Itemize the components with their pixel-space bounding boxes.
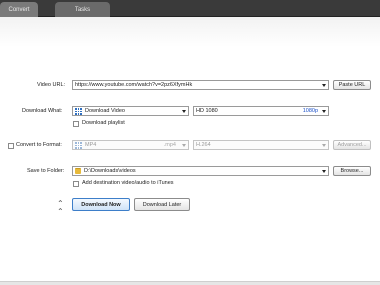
download-what-select[interactable]: Download Video	[72, 106, 189, 116]
chevron-down-icon[interactable]	[322, 84, 326, 87]
chevron-down-icon[interactable]	[182, 144, 186, 147]
browse-button[interactable]: Browse...	[333, 166, 371, 176]
status-bar	[0, 281, 380, 285]
save-folder-label: Save to Folder:	[27, 168, 65, 174]
download-playlist-checkbox[interactable]	[73, 121, 79, 127]
download-what-label: Download What:	[22, 108, 63, 114]
download-later-button[interactable]: Download Later	[134, 198, 190, 211]
save-folder-input[interactable]: D:\Downloads\videos	[72, 166, 329, 176]
video-url-input[interactable]: https://www.youtube.com/watch?v=2pz6Xfym…	[72, 80, 329, 90]
tab-convert[interactable]: Convert	[0, 2, 38, 17]
quality-value: 1080p	[302, 108, 318, 114]
download-what-value: Download Video	[85, 108, 125, 114]
video-url-value: https://www.youtube.com/watch?v=2pz6Xfym…	[75, 82, 193, 88]
itunes-label: Add destination video/audio to iTunes	[82, 180, 174, 186]
tab-tasks[interactable]: Tasks	[55, 2, 110, 17]
grid-icon	[75, 107, 82, 115]
download-playlist-label: Download playlist	[82, 120, 125, 126]
chevron-down-icon[interactable]	[322, 144, 326, 147]
convert-format-checkbox[interactable]	[8, 143, 14, 149]
save-folder-value: D:\Downloads\videos	[84, 168, 136, 174]
codec-select[interactable]: H.264	[193, 140, 329, 150]
chevron-down-icon[interactable]	[322, 170, 326, 173]
format-select[interactable]: MP4 .mp4	[72, 140, 189, 150]
folder-icon	[75, 168, 81, 174]
format-value: MP4	[85, 142, 97, 148]
video-url-label: Video URL:	[37, 82, 66, 88]
main-panel	[0, 17, 380, 285]
convert-format-label: Convert to Format:	[16, 142, 62, 148]
chevron-double-up-icon[interactable]: ⌃ ⌃	[57, 200, 64, 216]
format-ext: .mp4	[163, 142, 176, 148]
codec-value: H.264	[196, 142, 211, 148]
quality-label: HD 1080	[196, 108, 218, 114]
quality-select[interactable]: HD 1080 1080p	[193, 106, 329, 116]
chevron-down-icon[interactable]	[322, 110, 326, 113]
paste-url-button[interactable]: Paste URL	[333, 80, 371, 90]
chevron-down-icon[interactable]	[182, 110, 186, 113]
tab-bar: Convert Tasks	[0, 0, 380, 17]
itunes-checkbox[interactable]	[73, 181, 79, 187]
grid-icon	[75, 141, 82, 149]
download-now-button[interactable]: Download Now	[72, 198, 130, 211]
advanced-button[interactable]: Advanced...	[333, 140, 371, 150]
